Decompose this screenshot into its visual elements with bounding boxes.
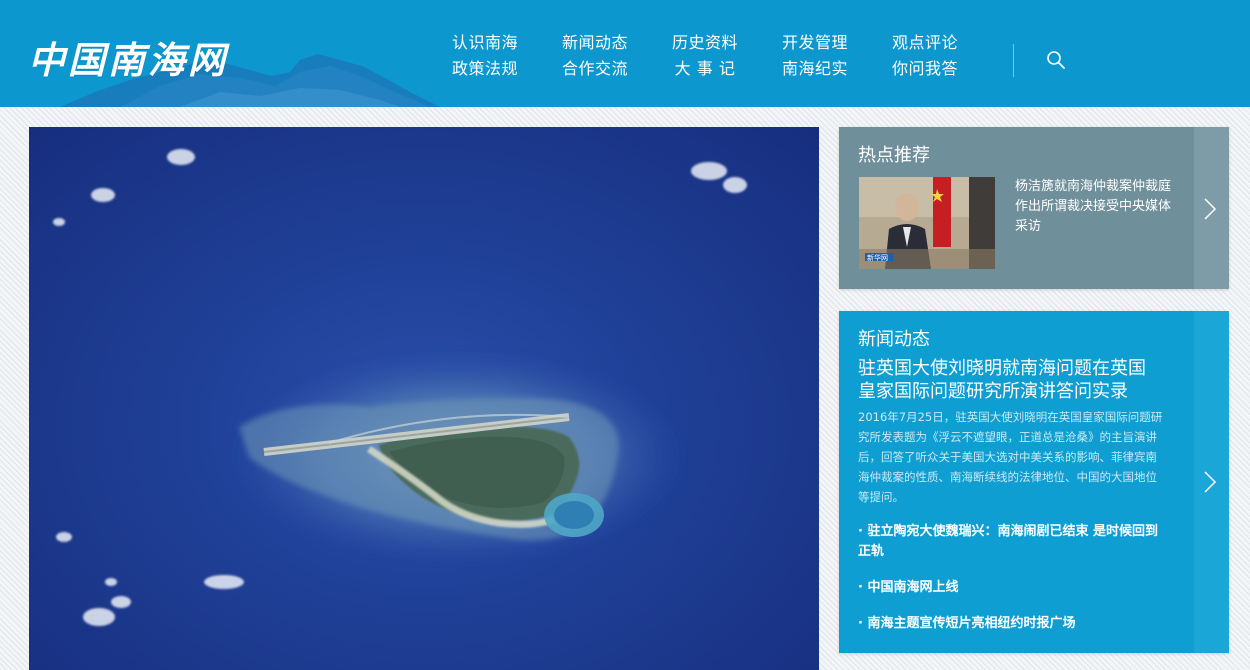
chevron-right-icon[interactable] <box>1203 197 1217 221</box>
news-link[interactable]: · 南海主题宣传短片亮相纽约时报广场 <box>858 614 1168 634</box>
site-logo[interactable]: 中国南海网 <box>28 30 228 84</box>
news-headline[interactable]: 驻英国大使刘晓明就南海问题在英国皇家国际问题研究所演讲答问实录 <box>858 357 1158 403</box>
news-link[interactable]: · 中国南海网上线 <box>858 578 1168 598</box>
hot-item-thumbnail[interactable]: 新华网 <box>859 177 995 269</box>
news-summary: 2016年7月25日，驻英国大使刘晓明在英国皇家国际问题研究所发表题为《浮云不遮… <box>858 410 1163 504</box>
hero-island-image[interactable] <box>29 127 819 670</box>
thumb-watermark: 新华网 <box>867 253 888 262</box>
nav-item-dashiji[interactable]: 大 事 记 <box>656 57 754 81</box>
news-link[interactable]: · 驻立陶宛大使魏瑞兴：南海闹剧已结束 是时候回到正轨 <box>858 522 1168 562</box>
nav-item-lishi-ziliao[interactable]: 历史资料 <box>656 31 754 55</box>
nav-item-nanhai-jishi[interactable]: 南海纪实 <box>766 57 864 81</box>
news-panel: 新闻动态 驻英国大使刘晓明就南海问题在英国皇家国际问题研究所演讲答问实录 201… <box>839 311 1229 653</box>
nav-item-guandian-pinglun[interactable]: 观点评论 <box>876 31 974 55</box>
search-icon[interactable] <box>1046 50 1066 70</box>
nav-item-hezuo-jiaoliu[interactable]: 合作交流 <box>546 57 644 81</box>
hot-item-title[interactable]: 杨洁篪就南海仲裁案仲裁庭作出所谓裁决接受中央媒体采访 <box>1015 177 1175 237</box>
nav-item-zhengce-fagui[interactable]: 政策法规 <box>436 57 534 81</box>
hot-panel-title: 热点推荐 <box>858 145 930 166</box>
nav-item-niwen-woda[interactable]: 你问我答 <box>876 57 974 81</box>
site-header: 中国南海网 认识南海 政策法规 新闻动态 合作交流 历史资料 大 事 记 开发管… <box>0 0 1250 107</box>
nav-divider <box>1013 44 1014 77</box>
nav-item-xinwen-dongtai[interactable]: 新闻动态 <box>546 31 644 55</box>
nav-item-renshi-nanhai[interactable]: 认识南海 <box>436 31 534 55</box>
news-panel-title: 新闻动态 <box>858 329 930 350</box>
chevron-right-icon[interactable] <box>1203 470 1217 494</box>
main-nav: 认识南海 政策法规 新闻动态 合作交流 历史资料 大 事 记 开发管理 南海纪实… <box>436 31 996 87</box>
interview-photo: 新华网 <box>859 177 995 269</box>
nav-item-kaifa-guanli[interactable]: 开发管理 <box>766 31 864 55</box>
hot-recommend-panel: 热点推荐 新华网 杨洁篪就南海仲裁案仲裁庭作出所谓裁决接受中央媒体采访 <box>839 127 1229 289</box>
island-photo <box>53 149 747 626</box>
